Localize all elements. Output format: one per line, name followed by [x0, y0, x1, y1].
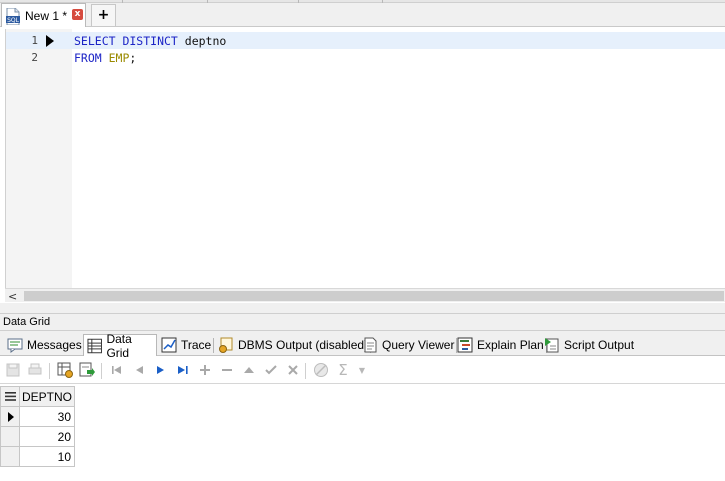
cancel-edit-icon[interactable] — [285, 362, 301, 378]
row-indicator[interactable] — [0, 426, 20, 447]
editor-gutter — [6, 29, 72, 289]
column-chooser-icon — [4, 392, 16, 401]
sql-file-icon: SQL — [6, 8, 20, 25]
editor-line[interactable]: 2 FROM EMP; — [6, 49, 725, 66]
edit-record-icon[interactable] — [241, 362, 257, 378]
print-icon[interactable] — [27, 362, 43, 378]
code-text[interactable]: SELECT DISTINCT deptno — [74, 34, 226, 48]
sql-keyword: FROM — [74, 51, 109, 65]
current-line-marker-icon — [46, 35, 54, 47]
trace-icon — [161, 337, 177, 353]
prior-record-icon[interactable] — [131, 362, 147, 378]
grid-toolbar: Σ ▼ — [0, 357, 725, 384]
scroll-left-icon[interactable]: < — [8, 290, 17, 303]
tab-label: Data Grid — [106, 331, 132, 360]
sql-editor[interactable]: 1 SELECT DISTINCT deptno 2 FROM EMP; — [5, 29, 725, 289]
sql-terminator: ; — [129, 51, 137, 65]
toolbar-separator — [49, 363, 50, 379]
query-viewer-icon — [364, 337, 377, 353]
table-row[interactable]: 30 — [0, 406, 76, 427]
post-edit-icon[interactable] — [263, 362, 279, 378]
tab-label: Script Output — [564, 338, 635, 352]
tab-label: Trace — [181, 338, 212, 352]
document-tab-new-1[interactable]: SQL New 1 * x — [1, 3, 86, 27]
table-row[interactable]: 20 — [0, 426, 76, 447]
sql-identifier: deptno — [184, 34, 227, 48]
result-tab-bar: Messages Data Grid Trace DBMS Output (di… — [0, 331, 725, 360]
grid-corner[interactable] — [0, 386, 20, 407]
close-tab-icon[interactable]: x — [72, 9, 83, 20]
tab-script-output[interactable]: Script Output — [544, 334, 634, 356]
add-tab-button[interactable]: + — [91, 4, 116, 26]
table-row[interactable]: 10 — [0, 446, 76, 467]
result-panel-title: Data Grid — [3, 316, 51, 328]
tab-query-viewer[interactable]: Query Viewer — [362, 334, 458, 356]
last-record-icon[interactable] — [175, 362, 191, 378]
explain-plan-icon — [457, 337, 473, 353]
sql-keyword: SELECT DISTINCT — [74, 34, 185, 48]
current-row-icon — [8, 412, 14, 422]
tab-dbms-output[interactable]: DBMS Output (disabled) — [218, 334, 372, 356]
script-output-icon — [545, 338, 559, 353]
data-grid-icon — [87, 338, 102, 353]
tab-separator — [213, 338, 215, 353]
tab-explain-plan[interactable]: Explain Plan — [457, 334, 547, 356]
line-number: 2 — [31, 51, 38, 64]
toolbar-separator — [101, 363, 102, 379]
grid-cell[interactable]: 20 — [18, 426, 76, 447]
filter-icon[interactable] — [313, 362, 329, 378]
code-text[interactable]: FROM EMP; — [74, 51, 136, 65]
toolbar-separator — [305, 363, 306, 379]
tab-label: DBMS Output (disabled) — [238, 338, 369, 352]
scrollbar-thumb[interactable] — [24, 291, 724, 301]
tab-strip-segment — [123, 0, 208, 3]
save-icon[interactable] — [5, 362, 21, 378]
result-data-grid[interactable]: DEPTNO 30 20 10 — [0, 386, 76, 467]
result-panel-header: Data Grid — [0, 313, 725, 331]
row-indicator[interactable] — [0, 406, 20, 427]
panel-splitter[interactable] — [0, 303, 725, 313]
tab-trace[interactable]: Trace — [161, 334, 215, 356]
messages-icon — [7, 338, 23, 353]
next-record-icon[interactable] — [153, 362, 169, 378]
delete-record-icon[interactable] — [219, 362, 235, 378]
tab-label: Messages — [27, 338, 82, 352]
export-icon[interactable] — [79, 362, 95, 378]
sum-icon[interactable]: Σ — [335, 361, 351, 379]
line-number: 1 — [31, 34, 38, 47]
tab-strip-segment — [208, 0, 299, 3]
dbms-output-icon — [219, 337, 233, 353]
refresh-grid-icon[interactable] — [57, 362, 73, 378]
document-tab-strip: SQL New 1 * x + — [0, 0, 725, 27]
grid-cell[interactable]: 30 — [18, 406, 76, 427]
tab-label: Query Viewer — [382, 338, 455, 352]
document-tab-label: New 1 * — [25, 9, 68, 23]
editor-horizontal-scrollbar[interactable]: < — [5, 288, 725, 303]
tab-label: Explain Plan — [477, 338, 544, 352]
tab-data-grid[interactable]: Data Grid — [83, 332, 157, 360]
column-header-deptno[interactable]: DEPTNO — [18, 386, 76, 407]
editor-line[interactable]: 1 SELECT DISTINCT deptno — [6, 32, 725, 49]
sum-dropdown-icon[interactable]: ▼ — [354, 362, 370, 378]
row-indicator[interactable] — [0, 446, 20, 467]
first-record-icon[interactable] — [109, 362, 125, 378]
tab-messages[interactable]: Messages — [7, 334, 85, 356]
svg-text:SQL: SQL — [7, 17, 20, 24]
tab-strip-segment — [299, 0, 383, 3]
insert-record-icon[interactable] — [197, 362, 213, 378]
grid-header-row: DEPTNO — [0, 386, 76, 407]
grid-cell[interactable]: 10 — [18, 446, 76, 467]
sql-table-name: EMP — [108, 51, 130, 65]
